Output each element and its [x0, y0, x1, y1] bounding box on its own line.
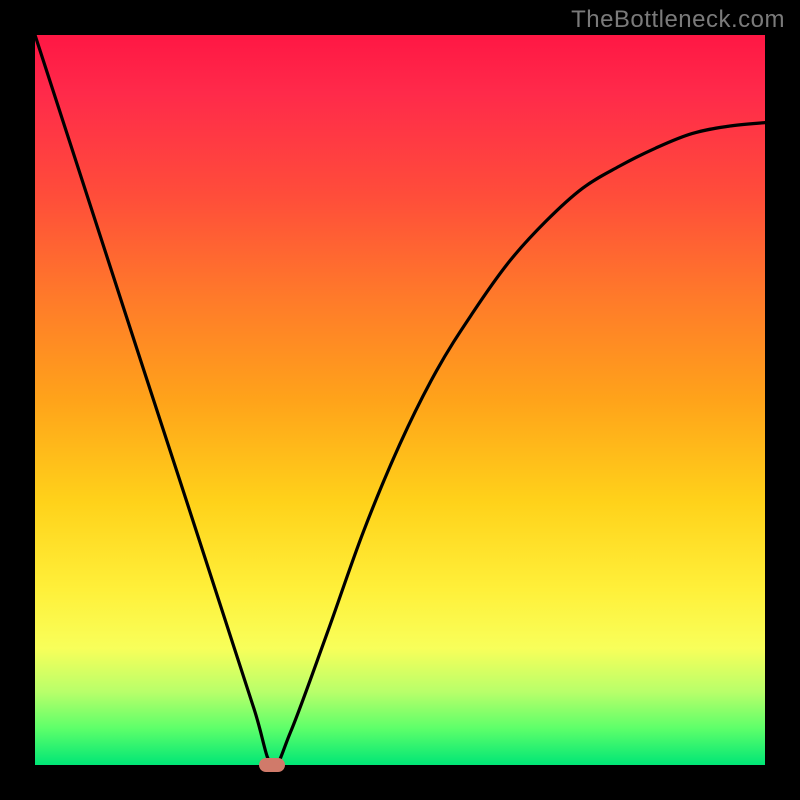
minimum-marker — [259, 758, 285, 772]
plot-area — [35, 35, 765, 765]
watermark-label: TheBottleneck.com — [571, 6, 785, 34]
bottleneck-curve — [35, 35, 765, 765]
chart-frame: TheBottleneck.com — [0, 0, 800, 800]
